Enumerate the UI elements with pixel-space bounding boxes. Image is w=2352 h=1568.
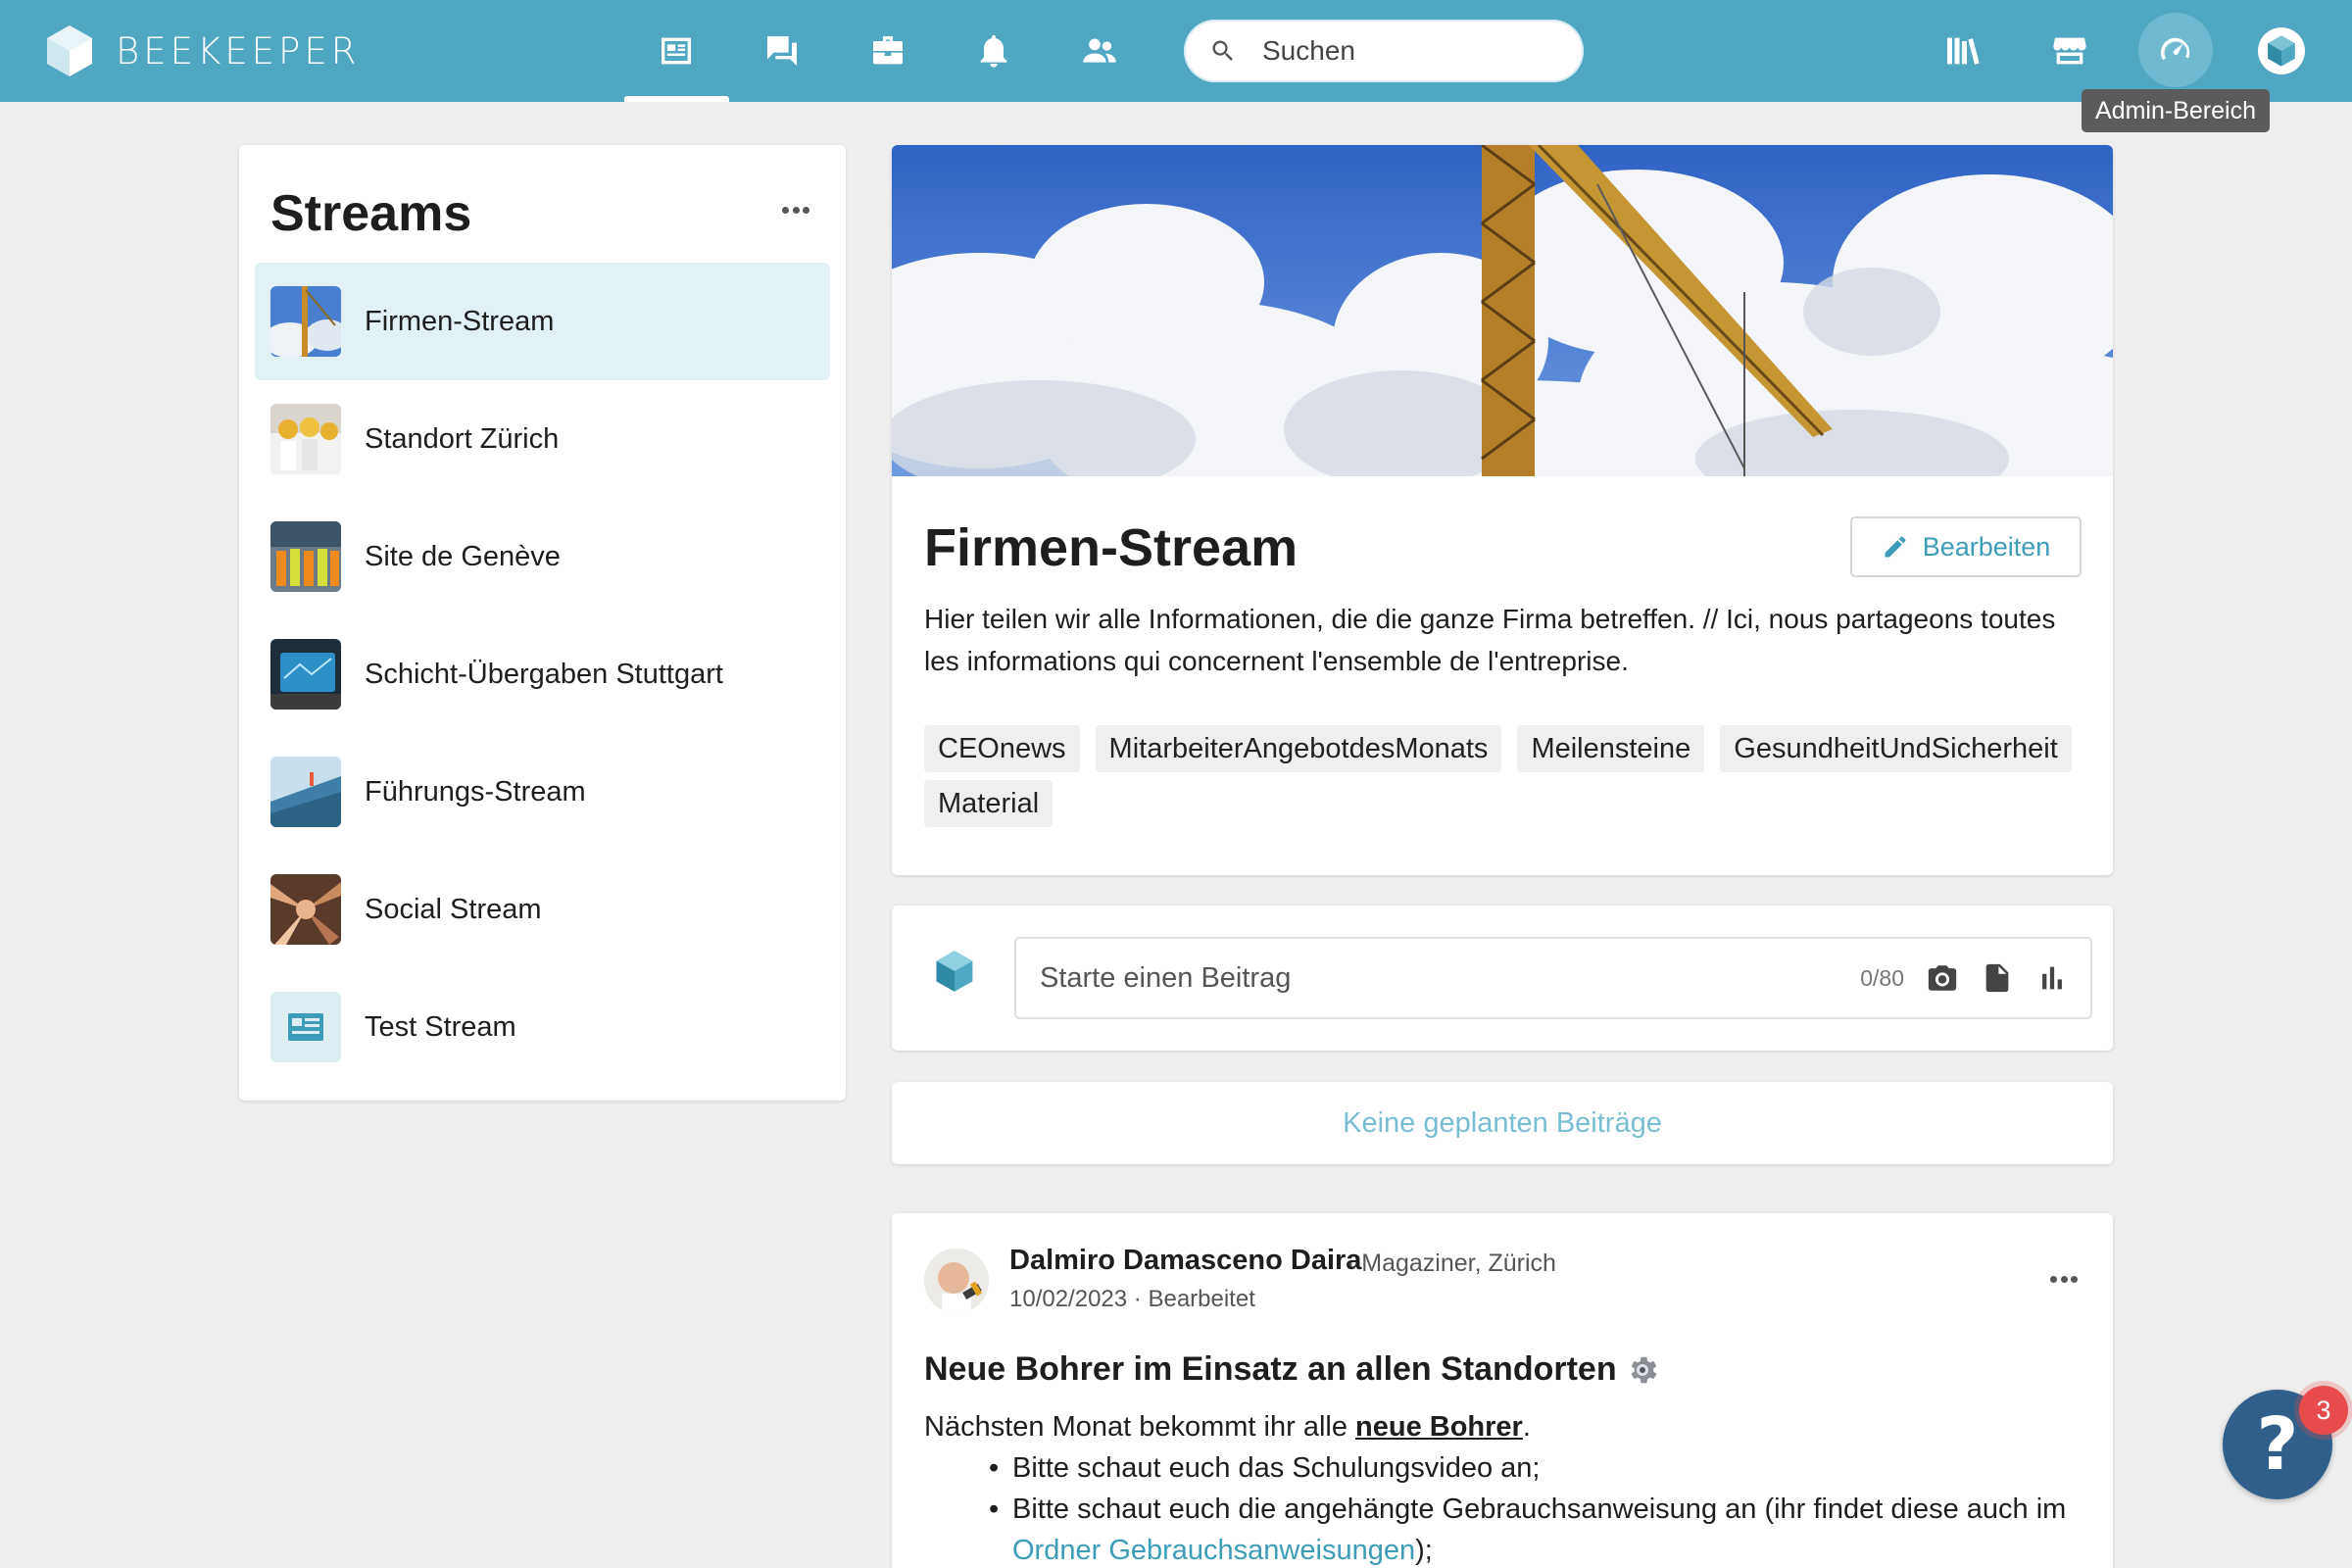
post-bullet: Bitte schaut euch die angehängte Gebrauc… [989, 1489, 2090, 1568]
post-bullet-list: Bitte schaut euch das Schulungsvideo an;… [989, 1447, 2090, 1568]
stream-label: Schicht-Übergaben Stuttgart [365, 658, 723, 690]
stream-item-fuehrungs-stream[interactable]: Führungs-Stream [255, 733, 830, 851]
streams-icon[interactable] [655, 29, 698, 73]
instructions-folder-link[interactable]: Ordner Gebrauchsanweisungen [1012, 1535, 1415, 1566]
stream-label: Führungs-Stream [365, 775, 586, 808]
post-intro-link[interactable]: neue Bohrer [1355, 1411, 1523, 1443]
stream-item-standort-zurich[interactable]: Standort Zürich [255, 380, 830, 498]
stream-title: Firmen-Stream [924, 518, 1298, 577]
stream-thumbnail [270, 521, 341, 592]
tag-mitarbeiterangebotdesmonats[interactable]: MitarbeiterAngebotdesMonats [1095, 725, 1502, 772]
post-composer: Starte einen Beitrag 0/80 [892, 906, 2113, 1051]
tag-material[interactable]: Material [924, 780, 1054, 827]
new-post-input[interactable]: Starte einen Beitrag 0/80 [1014, 937, 2092, 1019]
stream-cover-image [892, 145, 2113, 476]
pencil-icon [1885, 536, 1906, 558]
stream-thumbnail [270, 874, 341, 945]
admin-tooltip: Admin-Bereich [2082, 89, 2270, 132]
active-nav-indicator [624, 96, 729, 102]
post-more-icon[interactable] [2050, 1269, 2078, 1289]
user-avatar-icon [936, 951, 973, 992]
streams-more-icon[interactable] [782, 200, 809, 220]
character-counter: 0/80 [1860, 964, 1904, 991]
stream-label: Firmen-Stream [365, 305, 555, 337]
stream-label: Standort Zürich [365, 422, 560, 455]
scheduled-posts-label: Keine geplanten Beiträge [1343, 1106, 1662, 1139]
post-author[interactable]: Dalmiro Damasceno Daira [1009, 1245, 1361, 1277]
stream-item-schicht-uebergaben-stuttgart[interactable]: Schicht-Übergaben Stuttgart [255, 615, 830, 733]
people-icon[interactable] [1078, 29, 1121, 73]
search-input[interactable] [1262, 35, 1576, 67]
tag-gesundheitundsicherheit[interactable]: GesundheitUndSicherheit [1720, 725, 2072, 772]
post-date: 10/02/2023 · Bearbeitet [1009, 1286, 1255, 1313]
new-post-placeholder: Starte einen Beitrag [1040, 961, 1292, 994]
post-bullet-end: ); [1415, 1535, 1433, 1566]
edit-button-label: Bearbeiten [1922, 531, 2051, 562]
stream-list: Firmen-Stream Standort Zürich Site de Ge… [255, 263, 830, 1086]
stream-thumbnail [270, 286, 341, 357]
beekeeper-logo-icon [47, 25, 92, 76]
stream-item-firmen-stream[interactable]: Firmen-Stream [255, 263, 830, 380]
post-bullet: Bitte schaut euch das Schulungsvideo an; [989, 1447, 2090, 1489]
edit-stream-button[interactable]: Bearbeiten [1850, 516, 2082, 577]
library-icon[interactable] [1940, 29, 1984, 73]
post-intro: Nächsten Monat bekommt ihr alle neue Boh… [924, 1406, 2090, 1447]
stream-description: Hier teilen wir alle Informationen, die … [924, 604, 2056, 676]
tag-ceonews[interactable]: CEOnews [924, 725, 1080, 772]
scheduled-posts-bar[interactable]: Keine geplanten Beiträge [892, 1082, 2113, 1164]
stream-item-site-de-geneve[interactable]: Site de Genève [255, 498, 830, 615]
tag-meilensteine[interactable]: Meilensteine [1517, 725, 1705, 772]
post-bullet-text: Bitte schaut euch die angehängte Gebrauc… [1012, 1494, 2067, 1525]
streams-panel: Streams Firmen-Stream Standort Zürich Si… [239, 145, 846, 1101]
post-body: Nächsten Monat bekommt ihr alle neue Boh… [924, 1406, 2090, 1568]
brand-name: BEEKEEPER [116, 29, 361, 73]
admin-dashboard-icon[interactable] [2154, 29, 2197, 73]
toolbox-icon[interactable] [866, 29, 909, 73]
stream-thumbnail [270, 992, 341, 1062]
stream-item-social-stream[interactable]: Social Stream [255, 851, 830, 968]
notifications-icon[interactable] [972, 29, 1015, 73]
search-bar[interactable] [1184, 20, 1584, 82]
brand[interactable]: BEEKEEPER [45, 24, 360, 78]
file-icon[interactable] [1981, 961, 2014, 995]
chat-icon[interactable] [760, 29, 804, 73]
stream-label: Site de Genève [365, 540, 561, 572]
help-notification-badge: 3 [2299, 1386, 2348, 1435]
stream-label: Test Stream [365, 1010, 516, 1043]
post-title-text: Neue Bohrer im Einsatz an allen Standort… [924, 1350, 1617, 1388]
streams-title: Streams [270, 185, 472, 242]
store-icon[interactable] [2048, 29, 2091, 73]
stream-header-card: Firmen-Stream Bearbeiten Hier teilen wir… [892, 145, 2113, 875]
author-avatar[interactable] [924, 1249, 989, 1313]
stream-thumbnail [270, 757, 341, 827]
post-title: Neue Bohrer im Einsatz an allen Standort… [924, 1350, 1660, 1389]
post-edited-label: · Bearbeitet [1133, 1286, 1255, 1312]
post-intro-end: . [1522, 1411, 1531, 1443]
gear-icon [1631, 1356, 1657, 1383]
stream-thumbnail [270, 639, 341, 710]
stream-tags: CEOnews MitarbeiterAngebotdesMonats Meil… [924, 725, 2090, 827]
post-intro-text: Nächsten Monat bekommt ihr alle [924, 1411, 1356, 1443]
stream-label: Social Stream [365, 893, 542, 925]
stream-item-test-stream[interactable]: Test Stream [255, 968, 830, 1086]
top-bar: BEEKEEPER [0, 0, 2352, 102]
post-date-value: 10/02/2023 [1009, 1286, 1128, 1312]
help-question-icon: ? [2256, 1402, 2299, 1487]
search-icon [1212, 40, 1233, 61]
poll-icon[interactable] [2035, 961, 2069, 995]
stream-thumbnail [270, 404, 341, 474]
post-card: Dalmiro Damasceno Daira · Magaziner, Zür… [892, 1213, 2113, 1568]
author-role: · Magaziner, Zürich [1347, 1250, 1556, 1277]
profile-icon[interactable] [2258, 27, 2305, 74]
camera-icon[interactable] [1926, 961, 1959, 995]
